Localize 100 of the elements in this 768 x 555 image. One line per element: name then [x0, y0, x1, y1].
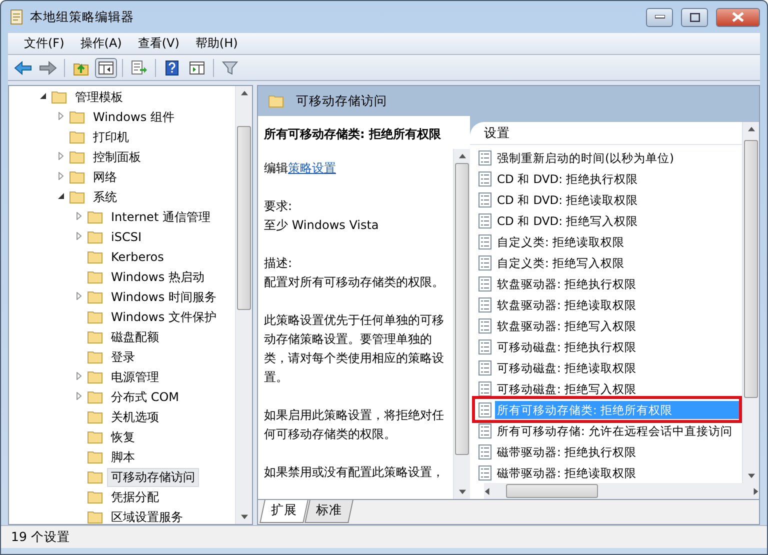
- menu-item[interactable]: 文件(F): [18, 33, 70, 54]
- expand-arrow-icon[interactable]: [75, 212, 83, 220]
- scroll-arrow-icon[interactable]: [748, 126, 754, 133]
- tree-item[interactable]: 控制面板: [89, 148, 145, 166]
- tree-item[interactable]: 登录: [107, 348, 139, 366]
- scrollbar[interactable]: [742, 122, 759, 483]
- folder-icon: [87, 490, 103, 504]
- folder-icon: [87, 450, 103, 464]
- tree-item[interactable]: 分布式 COM: [107, 388, 183, 406]
- tree-item[interactable]: Windows 时间服务: [107, 288, 220, 306]
- filter-icon: [222, 60, 238, 76]
- setting-item[interactable]: 自定义类: 拒绝读取权限: [495, 232, 627, 250]
- tree-item[interactable]: Kerberos: [107, 248, 168, 266]
- tree-item[interactable]: 凭据分配: [107, 488, 163, 506]
- menu-item[interactable]: 查看(V): [132, 33, 186, 54]
- document-list-icon: [478, 234, 492, 250]
- panel-header: 可移动存储访问: [296, 92, 387, 110]
- expand-arrow-icon[interactable]: [75, 232, 83, 240]
- collapse-arrow-icon[interactable]: [39, 92, 47, 100]
- setting-item[interactable]: 所有可移动存储: 允许在远程会话中直接访问: [495, 422, 735, 440]
- close-icon: [732, 12, 744, 22]
- setting-item[interactable]: 强制重新启动的时间(以秒为单位): [495, 148, 676, 166]
- description-label: 描述:: [264, 255, 294, 272]
- maximize-icon: [690, 12, 700, 22]
- scrollbar[interactable]: [235, 86, 252, 524]
- scroll-arrow-icon[interactable]: [240, 90, 248, 97]
- view-tab[interactable]: 标准: [304, 500, 354, 523]
- tree-item[interactable]: 关机选项: [107, 408, 163, 426]
- collapse-arrow-icon[interactable]: [57, 192, 65, 200]
- policy-settings-link[interactable]: 策略设置: [288, 161, 336, 175]
- document-list-icon: [478, 318, 492, 334]
- minimize-button[interactable]: [646, 8, 673, 26]
- folder-icon: [87, 430, 103, 444]
- scroll-arrow-icon[interactable]: [458, 488, 466, 495]
- document-list-icon: [478, 380, 492, 396]
- tree-item[interactable]: 脚本: [107, 448, 139, 466]
- tree-item[interactable]: 可移动存储访问: [107, 468, 199, 486]
- toolbar-button[interactable]: [95, 58, 117, 78]
- scrollbar[interactable]: [453, 149, 470, 499]
- setting-item[interactable]: 软盘驱动器: 拒绝读取权限: [495, 296, 639, 314]
- setting-item[interactable]: 软盘驱动器: 拒绝写入权限: [495, 316, 639, 334]
- folder-icon: [51, 90, 67, 104]
- scroll-arrow-icon[interactable]: [458, 153, 466, 160]
- folder-icon: [87, 410, 103, 424]
- tree-item[interactable]: 系统: [89, 188, 121, 206]
- setting-item[interactable]: CD 和 DVD: 拒绝写入权限: [495, 212, 640, 230]
- scroll-arrow-icon[interactable]: [484, 488, 491, 494]
- tree-item[interactable]: Windows 文件保护: [107, 308, 220, 326]
- forward-arrow-icon: [39, 60, 57, 74]
- tree-item[interactable]: 恢复: [107, 428, 139, 446]
- menu-item[interactable]: 帮助(H): [189, 33, 244, 54]
- scroll-arrow-icon[interactable]: [752, 488, 759, 494]
- setting-item[interactable]: 可移动磁盘: 拒绝写入权限: [495, 380, 639, 398]
- horizontal-scrollbar[interactable]: [484, 483, 759, 499]
- document-list-icon: [478, 296, 492, 312]
- folder-icon: [69, 110, 85, 124]
- tree-item[interactable]: Windows 热启动: [107, 268, 208, 286]
- close-button[interactable]: [716, 8, 760, 26]
- setting-item[interactable]: 磁带驱动器: 拒绝读取权限: [495, 464, 639, 482]
- menu-item[interactable]: 操作(A): [74, 33, 128, 54]
- folder-icon: [87, 390, 103, 404]
- tree-item[interactable]: 管理模板: [71, 88, 127, 106]
- tree-item[interactable]: Windows 组件: [89, 108, 178, 126]
- setting-item[interactable]: 软盘驱动器: 拒绝执行权限: [495, 274, 639, 292]
- expand-arrow-icon[interactable]: [57, 172, 65, 180]
- column-header[interactable]: 设置: [470, 122, 742, 145]
- setting-item[interactable]: 磁带驱动器: 拒绝执行权限: [495, 442, 639, 460]
- tree-item[interactable]: 区域设置服务: [107, 508, 187, 524]
- description-paragraph: 此策略设置优先于任何单独的可移动存储策略设置。要管理单独的类，请对每个类使用相应的策略设置。: [264, 312, 445, 386]
- tree-item[interactable]: 网络: [89, 168, 121, 186]
- setting-item[interactable]: CD 和 DVD: 拒绝执行权限: [495, 170, 640, 188]
- setting-item[interactable]: CD 和 DVD: 拒绝读取权限: [495, 190, 640, 208]
- tree-item[interactable]: Internet 通信管理: [107, 208, 214, 226]
- document-list-icon: [478, 444, 492, 460]
- document-list-icon: [478, 170, 492, 186]
- setting-item[interactable]: 可移动磁盘: 拒绝执行权限: [495, 338, 639, 356]
- expand-arrow-icon[interactable]: [75, 372, 83, 380]
- setting-item[interactable]: 可移动磁盘: 拒绝读取权限: [495, 358, 639, 376]
- scroll-arrow-icon[interactable]: [240, 513, 248, 520]
- expand-arrow-icon[interactable]: [75, 292, 83, 300]
- tree-item[interactable]: 打印机: [89, 128, 133, 146]
- maximize-button[interactable]: [681, 8, 708, 26]
- expand-arrow-icon[interactable]: [75, 392, 83, 400]
- view-tab[interactable]: 扩展: [260, 500, 308, 523]
- document-list-icon: [478, 360, 492, 376]
- document-list-icon: [478, 212, 492, 228]
- folder-icon: [87, 230, 103, 244]
- tree-item[interactable]: iSCSI: [107, 228, 146, 246]
- setting-item[interactable]: 自定义类: 拒绝写入权限: [495, 254, 627, 272]
- document-list-icon: [478, 338, 492, 354]
- window-title: 本地组策略编辑器: [30, 8, 135, 26]
- folder-icon: [87, 270, 103, 284]
- tree-item[interactable]: 电源管理: [107, 368, 163, 386]
- scroll-arrow-icon[interactable]: [748, 472, 754, 479]
- expand-arrow-icon[interactable]: [57, 112, 65, 120]
- document-list-icon: [478, 464, 492, 480]
- document-list-icon: [478, 150, 492, 166]
- expand-arrow-icon[interactable]: [57, 152, 65, 160]
- tree-item[interactable]: 磁盘配额: [107, 328, 163, 346]
- description-paragraph: 如果启用此策略设置，将拒绝对任何可移动存储类的权限。: [264, 407, 445, 443]
